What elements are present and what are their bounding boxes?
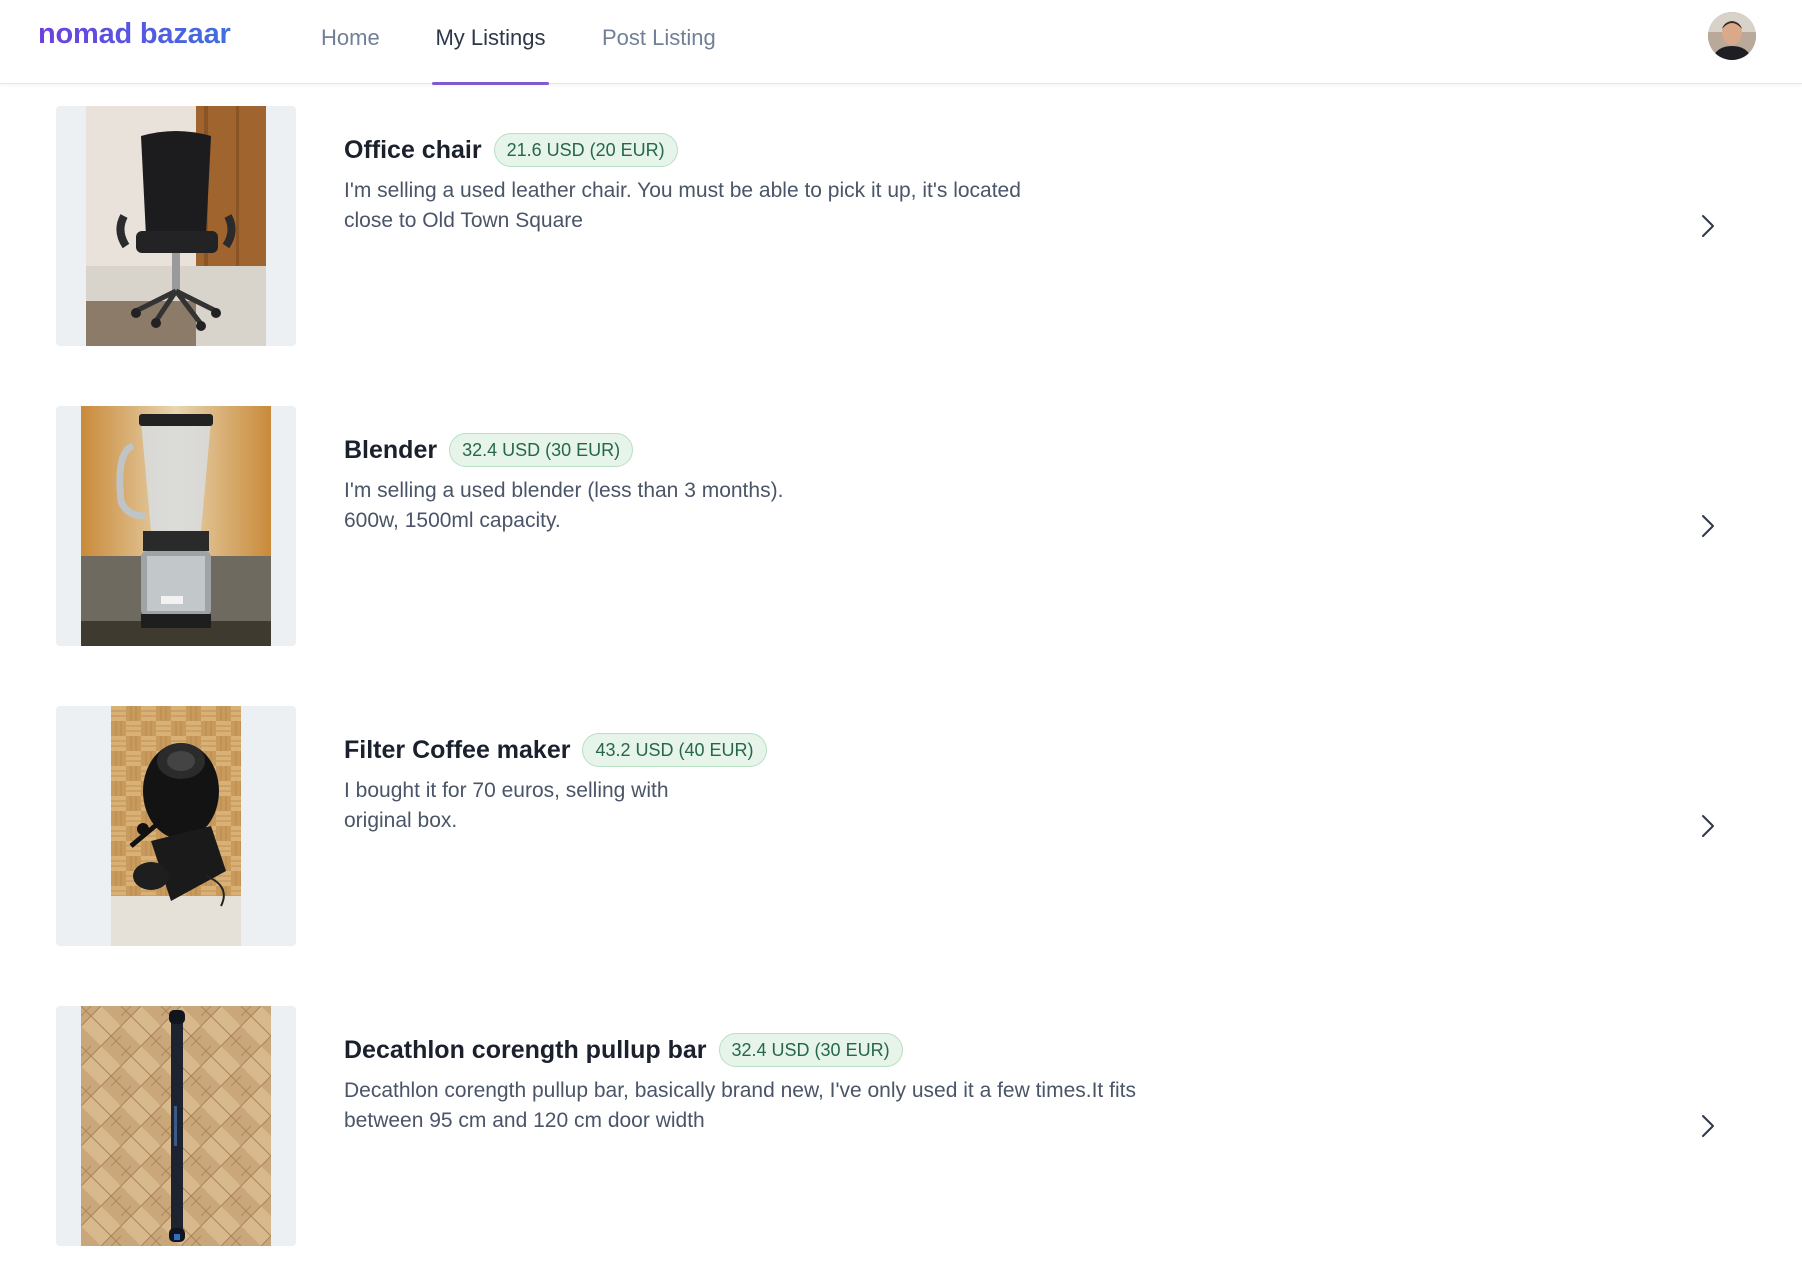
nav-post-listing[interactable]: Post Listing	[602, 0, 716, 84]
top-nav-bar: nomad bazaar Home My Listings Post Listi…	[0, 0, 1802, 85]
chevron-right-icon[interactable]	[1692, 210, 1724, 242]
nav-my-listings[interactable]: My Listings	[432, 0, 549, 85]
chevron-right-icon[interactable]	[1692, 1110, 1724, 1142]
price-badge: 32.4 USD (30 EUR)	[718, 1033, 903, 1067]
coffee-maker-image	[111, 706, 241, 946]
listing-title[interactable]: Filter Coffee maker	[344, 736, 570, 765]
price-badge: 32.4 USD (30 EUR)	[449, 433, 634, 467]
blender-photo	[56, 406, 296, 646]
logo[interactable]: nomad bazaar	[38, 18, 231, 51]
avatar-image	[1708, 12, 1756, 60]
listing-title[interactable]: Blender	[344, 436, 437, 465]
pullup-bar-photo	[56, 1006, 296, 1246]
listing-title[interactable]: Decathlon corength pullup bar	[344, 1036, 707, 1065]
user-avatar-icon[interactable]	[1708, 12, 1756, 60]
listing-header: Blender 32.4 USD (30 EUR)	[344, 432, 634, 468]
listing-item[interactable]: Filter Coffee maker 43.2 USD (40 EUR) I …	[56, 706, 1756, 946]
coffee-maker-photo	[56, 706, 296, 946]
price-badge: 21.6 USD (20 EUR)	[493, 133, 678, 167]
listing-description: Decathlon corength pullup bar, basically…	[344, 1079, 1136, 1132]
listing-item[interactable]: Blender 32.4 USD (30 EUR) I'm selling a …	[56, 406, 1756, 646]
listing-header: Decathlon corength pullup bar 32.4 USD (…	[344, 1032, 903, 1068]
listing-description: I bought it for 70 euros, selling with o…	[344, 779, 669, 832]
listing-title[interactable]: Office chair	[344, 136, 482, 165]
price-badge: 43.2 USD (40 EUR)	[582, 733, 767, 767]
chevron-right-icon[interactable]	[1692, 510, 1724, 542]
listing-header: Filter Coffee maker 43.2 USD (40 EUR)	[344, 732, 767, 768]
office-chair-photo	[56, 106, 296, 346]
listing-item[interactable]: Office chair 21.6 USD (20 EUR) I'm selli…	[56, 106, 1756, 346]
listing-item[interactable]: Decathlon corength pullup bar 32.4 USD (…	[56, 1006, 1756, 1246]
listing-description: I'm selling a used blender (less than 3 …	[344, 479, 784, 532]
chevron-right-icon[interactable]	[1692, 810, 1724, 842]
blender-image	[81, 406, 271, 646]
pullup-bar-image	[81, 1006, 271, 1246]
nav-home[interactable]: Home	[321, 0, 380, 84]
office-chair-image	[86, 106, 266, 346]
listing-header: Office chair 21.6 USD (20 EUR)	[344, 132, 678, 168]
listing-description: I'm selling a used leather chair. You mu…	[344, 179, 1021, 232]
